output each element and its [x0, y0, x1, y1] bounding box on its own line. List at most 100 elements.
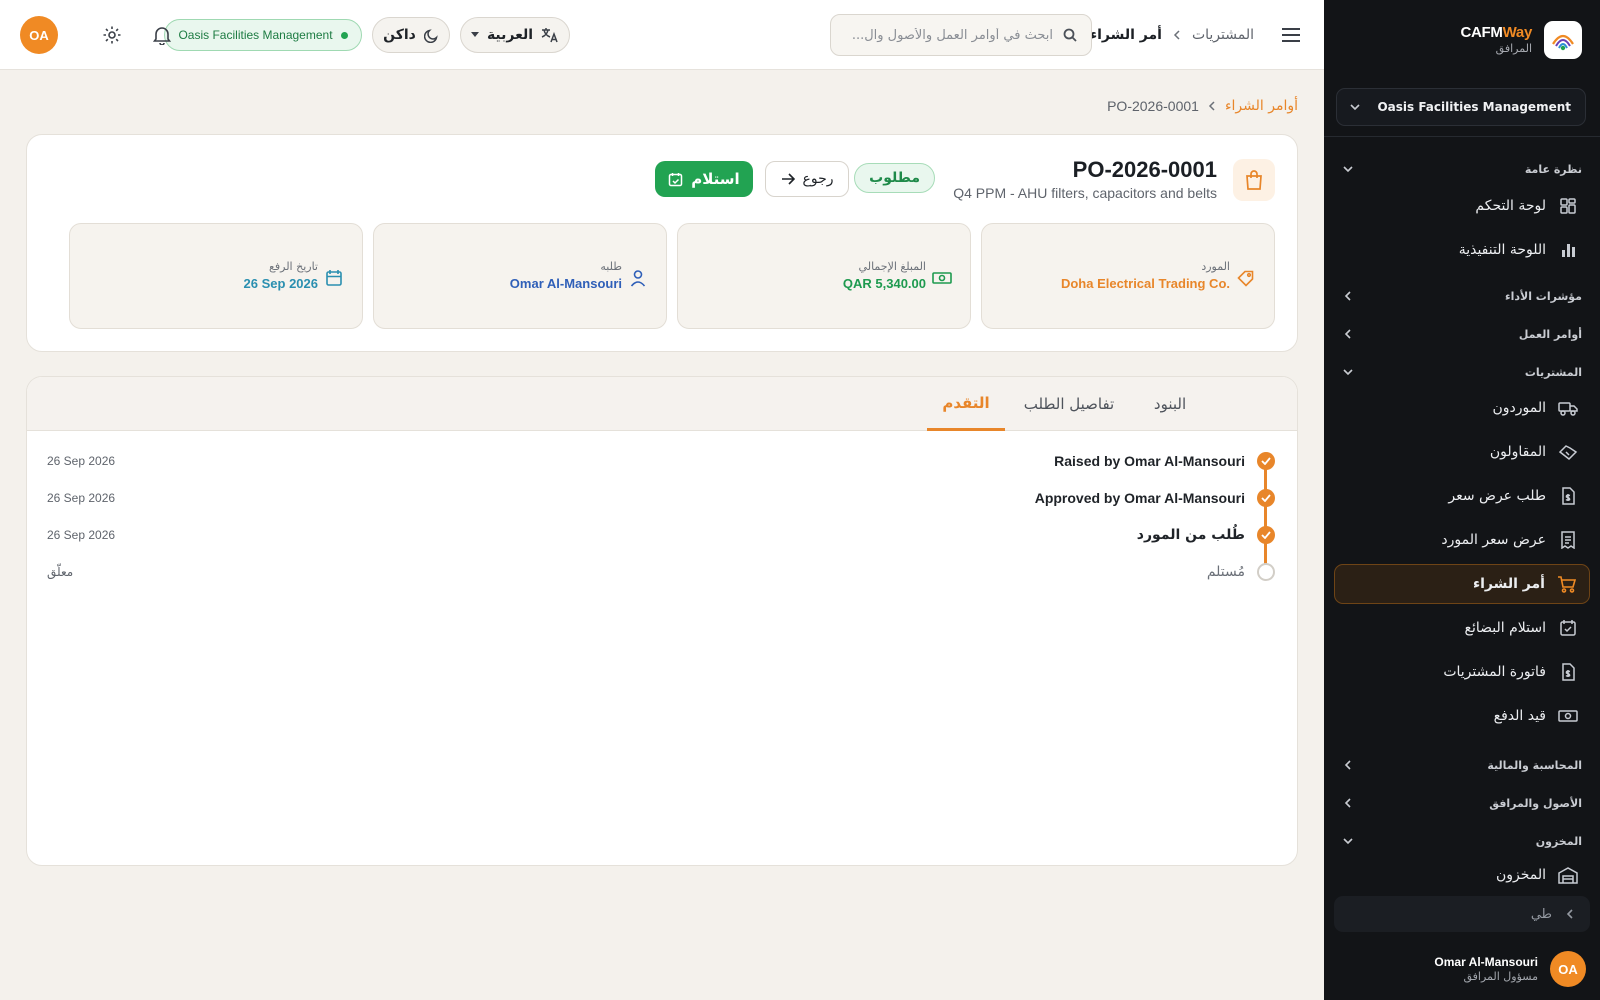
stat-label: المورد	[1201, 260, 1230, 273]
section-inventory[interactable]: المخزون	[1342, 831, 1582, 851]
sidebar-item-label: طلب عرض سعر	[1448, 488, 1546, 504]
timeline-label: Raised by Omar Al-Mansouri	[1054, 453, 1245, 469]
brand[interactable]: CAFMWay المرافق	[1342, 20, 1582, 60]
po-header-card: PO-2026-0001 Q4 PPM - AHU filters, capac…	[26, 134, 1298, 352]
section-label: نظرة عامة	[1524, 162, 1582, 176]
check-icon	[1257, 489, 1275, 507]
handshake-icon	[1558, 442, 1578, 462]
section-kpis[interactable]: مؤشرات الأداء	[1342, 286, 1582, 306]
chevron-left-icon	[1342, 290, 1354, 302]
receive-button[interactable]: استلام	[655, 161, 753, 197]
sidebar-item-payment-entry[interactable]: قيد الدفع	[1334, 696, 1590, 736]
sidebar-item-supplier-quote[interactable]: عرض سعر المورد	[1334, 520, 1590, 560]
calendar-icon	[324, 268, 344, 288]
stat-label: طلبه	[600, 260, 622, 273]
sidebar-item-suppliers[interactable]: الموردون	[1334, 388, 1590, 428]
timeline-label: مُستلم	[1206, 564, 1245, 580]
user-icon	[628, 268, 648, 288]
section-label: المخزون	[1535, 834, 1582, 848]
section-label: المحاسبة والمالية	[1487, 758, 1582, 772]
tabs-card: البنود تفاصيل الطلب التقدم Raised by Oma…	[26, 376, 1298, 866]
section-label: الأصول والمرافق	[1489, 796, 1582, 810]
sidebar-item-label: عرض سعر المورد	[1441, 532, 1546, 548]
section-label: أوامر العمل	[1518, 327, 1582, 341]
stat-value: QAR 5,340.00	[842, 276, 926, 291]
sidebar-item-contractors[interactable]: المقاولون	[1334, 432, 1590, 472]
breadcrumb-current: أمر الشراء	[1089, 27, 1162, 43]
arrow-right-icon	[781, 173, 795, 185]
breadcrumb-link-purchase-orders[interactable]: أوامر الشراء	[1225, 98, 1298, 114]
calendar-check-icon	[668, 172, 683, 187]
bar-chart-icon	[1558, 240, 1578, 260]
sidebar-collapse-button[interactable]: طي	[1334, 896, 1590, 932]
sidebar-item-label: المخزون	[1495, 867, 1546, 883]
tab-progress[interactable]: التقدم	[927, 377, 1005, 431]
stat-card-total-amount: المبلغ الإجمالي QAR 5,340.00	[677, 223, 971, 329]
sidebar-item-dashboard[interactable]: لوحة التحكم	[1334, 186, 1590, 226]
bell-icon[interactable]	[150, 23, 174, 47]
cash-icon	[932, 268, 952, 288]
sidebar-item-executive[interactable]: اللوحة التنفيذية	[1334, 230, 1590, 270]
chevron-down-icon	[1342, 835, 1354, 847]
status-badge: مطلوب	[854, 163, 935, 193]
sidebar-user[interactable]: OA Omar Al-Mansouri مسؤول المرافق	[1338, 950, 1586, 988]
brand-subtitle: المرافق	[1495, 42, 1532, 56]
chevron-left-icon	[1564, 908, 1576, 920]
pending-circle-icon	[1257, 563, 1275, 581]
stat-label: المبلغ الإجمالي	[858, 260, 926, 273]
main-content: أوامر الشراء PO-2026-0001 PO-2026-0001 Q…	[0, 70, 1324, 1000]
sidebar-item-goods-receipt[interactable]: استلام البضائع	[1334, 608, 1590, 648]
tag-icon	[1236, 268, 1256, 288]
header-avatar[interactable]: OA	[20, 16, 58, 54]
chevron-left-icon	[1207, 101, 1217, 111]
page-breadcrumb: أوامر الشراء PO-2026-0001	[1107, 96, 1298, 116]
breadcrumb-current: PO-2026-0001	[1107, 98, 1199, 114]
user-role: مسؤول المرافق	[1463, 969, 1538, 983]
document-dollar-icon	[1558, 486, 1578, 506]
brand-logo-icon	[1544, 21, 1582, 59]
chevron-left-icon	[1172, 30, 1182, 40]
theme-toggle[interactable]: داكن	[372, 17, 450, 53]
sidebar-item-rfq[interactable]: طلب عرض سعر	[1334, 476, 1590, 516]
status-dot	[340, 31, 348, 39]
sidebar-item-label: فاتورة المشتريات	[1443, 664, 1546, 680]
stat-card-raised-date: تاريخ الرفع 26 Sep 2026	[69, 223, 363, 329]
section-label: المشتريات	[1524, 365, 1582, 379]
sidebar-item-label: اللوحة التنفيذية	[1458, 242, 1546, 258]
user-name: Omar Al-Mansouri	[1434, 955, 1538, 970]
language-label: العربية	[486, 27, 534, 43]
stat-value[interactable]: Doha Electrical Trading Co.	[1061, 276, 1230, 291]
theme-label: داكن	[383, 27, 416, 43]
search-input[interactable]	[853, 27, 1053, 43]
invoice-dollar-icon	[1558, 662, 1578, 682]
back-button[interactable]: رجوع	[765, 161, 849, 197]
top-bar: المشتريات أمر الشراء العربية داكن Oasis …	[0, 0, 1324, 70]
check-icon	[1257, 452, 1275, 470]
breadcrumb: المشتريات أمر الشراء	[1090, 24, 1254, 46]
tab-bar: البنود تفاصيل الطلب التقدم	[27, 377, 1297, 431]
sidebar-item-label: الموردون	[1492, 400, 1546, 416]
sidebar-item-purchase-order[interactable]: أمر الشراء	[1334, 564, 1590, 604]
section-assets[interactable]: الأصول والمرافق	[1342, 793, 1582, 813]
sidebar-item-stock[interactable]: المخزون	[1334, 857, 1590, 893]
org-selector[interactable]: Oasis Facilities Management	[1336, 88, 1586, 126]
search-box[interactable]	[830, 14, 1092, 56]
dashboard-grid-icon	[1558, 196, 1578, 216]
tab-items[interactable]: البنود	[1135, 377, 1205, 431]
sidebar-item-purchase-invoice[interactable]: فاتورة المشتريات	[1334, 652, 1590, 692]
breadcrumb-parent[interactable]: المشتريات	[1192, 27, 1254, 43]
tab-request-details[interactable]: تفاصيل الطلب	[1021, 377, 1117, 431]
section-overview[interactable]: نظرة عامة	[1342, 159, 1582, 179]
language-selector[interactable]: العربية	[460, 17, 570, 53]
timeline-step: مُستلم معلّق	[47, 560, 1275, 584]
moon-icon	[423, 28, 439, 43]
menu-icon[interactable]	[1278, 23, 1304, 47]
stat-card-supplier: المورد Doha Electrical Trading Co.	[981, 223, 1275, 329]
warehouse-icon	[1558, 865, 1578, 885]
timeline-date: 26 Sep 2026	[47, 491, 116, 505]
org-status-badge[interactable]: Oasis Facilities Management	[164, 19, 362, 51]
section-procurement[interactable]: المشتريات	[1342, 362, 1582, 382]
gear-icon[interactable]	[100, 23, 124, 47]
section-work-orders[interactable]: أوامر العمل	[1342, 324, 1582, 344]
section-accounting[interactable]: المحاسبة والمالية	[1342, 755, 1582, 775]
